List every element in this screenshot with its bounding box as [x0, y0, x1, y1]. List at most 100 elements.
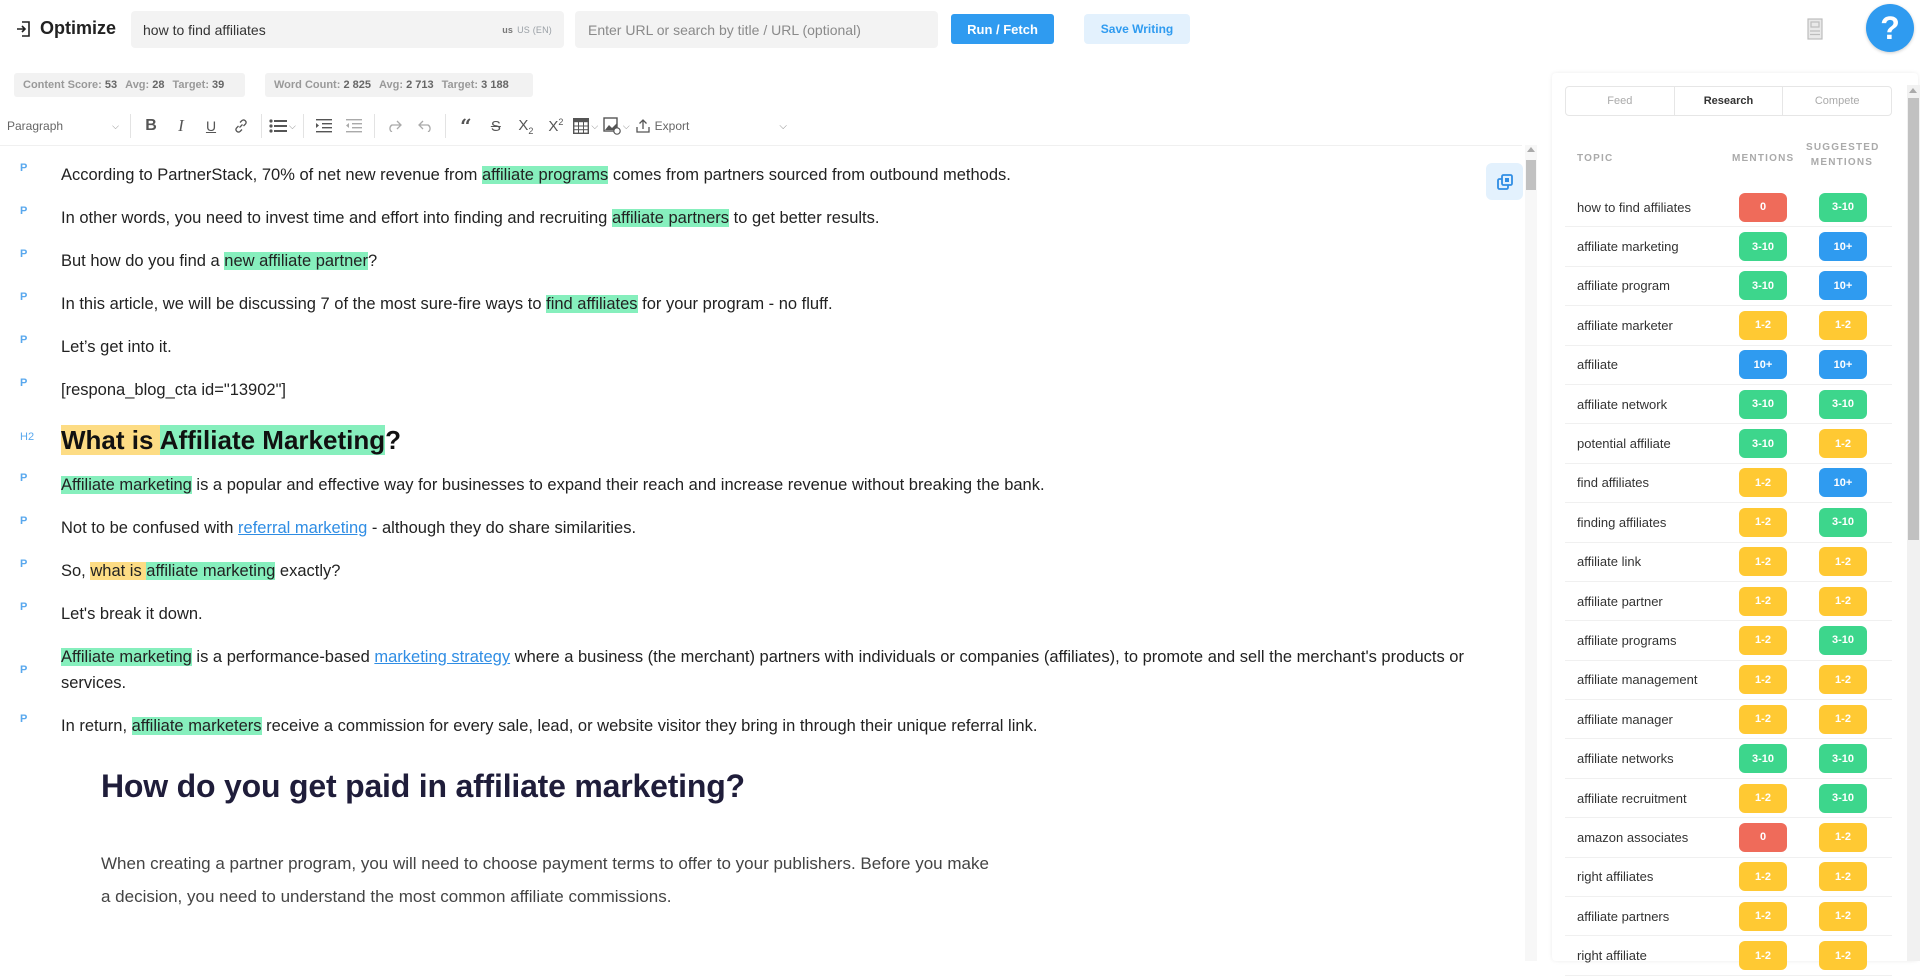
topic-row[interactable]: finding affiliates 1-2 3-10: [1565, 503, 1892, 543]
block-text[interactable]: Affiliate marketing is a popular and eff…: [61, 472, 1045, 498]
text-span: In this article, we will be discussing 7…: [61, 295, 547, 313]
paragraph-block[interactable]: P But how do you find a new affiliate par…: [0, 248, 1480, 274]
topic-row[interactable]: affiliate network 3-10 3-10: [1565, 385, 1892, 425]
suggested-mentions-badge: 1-2: [1819, 665, 1867, 695]
bold-button[interactable]: B: [138, 112, 164, 140]
block-text[interactable]: So, what is affiliate marketing exactly?: [61, 558, 340, 584]
table-button[interactable]: ⌵: [573, 112, 599, 140]
topic-row[interactable]: affiliate program 3-10 10+: [1565, 267, 1892, 307]
scroll-up-arrow-icon[interactable]: [1527, 147, 1535, 152]
panel-scrollbar-thumb[interactable]: [1908, 98, 1919, 540]
keyword-input[interactable]: how to find affiliates us US (EN): [131, 11, 564, 48]
editor-scrollbar-thumb[interactable]: [1526, 160, 1536, 190]
topic-row[interactable]: right affiliates 1-2 1-2: [1565, 858, 1892, 898]
block-text[interactable]: According to PartnerStack, 70% of net ne…: [61, 162, 1011, 188]
block-text[interactable]: What is Affiliate Marketing?: [61, 423, 401, 457]
text-span: But how do you find a: [61, 252, 225, 270]
heading-block[interactable]: H2 What is Affiliate Marketing?: [0, 423, 1480, 457]
topic-row[interactable]: affiliate manager 1-2 1-2: [1565, 700, 1892, 740]
indent-button[interactable]: [311, 112, 337, 140]
help-button[interactable]: ?: [1866, 4, 1914, 52]
suggested-mentions-badge: 3-10: [1819, 783, 1867, 813]
block-text[interactable]: In return, affiliate marketers receive a…: [61, 713, 1037, 739]
tab-compete[interactable]: Compete: [1783, 87, 1891, 115]
undo-button[interactable]: [412, 112, 438, 140]
block-type-label: P: [20, 558, 28, 570]
location-selector[interactable]: us US (EN): [502, 25, 552, 35]
document-icon[interactable]: [1807, 18, 1823, 40]
topic-row[interactable]: affiliate marketer 1-2 1-2: [1565, 306, 1892, 346]
block-type-label: P: [20, 291, 28, 303]
scroll-up-arrow-icon[interactable]: [1909, 88, 1917, 93]
block-text[interactable]: But how do you find a new affiliate part…: [61, 248, 377, 274]
block-text[interactable]: Not to be confused with referral marketi…: [61, 515, 636, 541]
block-text[interactable]: Let's break it down.: [61, 601, 203, 627]
topic-name: affiliate marketer: [1577, 317, 1673, 333]
topic-row[interactable]: potential affiliate 3-10 1-2: [1565, 424, 1892, 464]
paragraph-block[interactable]: P Not to be confused with referral market…: [0, 515, 1480, 541]
panel-scrollbar[interactable]: [1907, 85, 1920, 961]
editor-scrollbar[interactable]: [1525, 145, 1537, 961]
text-span: to get better results.: [729, 209, 880, 227]
paragraph-block[interactable]: P [respona_blog_cta id="13902"]: [0, 377, 1480, 403]
topic-row[interactable]: affiliate link 1-2 1-2: [1565, 543, 1892, 582]
suggested-mentions-badge: 1-2: [1819, 586, 1867, 616]
topic-row[interactable]: right affiliate 1-2 1-2: [1565, 936, 1892, 976]
topic-row[interactable]: affiliate 10+ 10+: [1565, 346, 1892, 385]
topic-row[interactable]: affiliate programs 1-2 3-10: [1565, 621, 1892, 661]
block-text[interactable]: Let’s get into it.: [61, 334, 172, 360]
paragraph-block[interactable]: P Affiliate marketing is a performance-ba…: [0, 644, 1480, 696]
paragraph-block[interactable]: P In this article, we will be discussing …: [0, 291, 1480, 317]
tab-feed[interactable]: Feed: [1566, 87, 1675, 115]
word-target-label: Target: 3 188: [441, 79, 509, 91]
brand: Optimize: [16, 18, 116, 39]
redo-button[interactable]: [382, 112, 408, 140]
topic-row[interactable]: how to find affiliates 0 3-10: [1565, 188, 1892, 228]
outdent-button[interactable]: [341, 112, 367, 140]
topic-row[interactable]: affiliate networks 3-10 3-10: [1565, 739, 1892, 779]
superscript-button[interactable]: X2: [543, 112, 569, 140]
block-text[interactable]: [respona_blog_cta id="13902"]: [61, 377, 286, 403]
tab-research[interactable]: Research: [1675, 87, 1784, 115]
paragraph-block[interactable]: P Let’s get into it.: [0, 334, 1480, 360]
paragraph-block[interactable]: P So, what is affiliate marketing exactly…: [0, 558, 1480, 584]
block-text[interactable]: Affiliate marketing is a performance-bas…: [61, 644, 1480, 696]
editor-content[interactable]: How do you get paid in affiliate marketi…: [0, 145, 1522, 961]
export-button[interactable]: Export: [636, 119, 689, 133]
block-format-select[interactable]: Paragraph ⌵: [0, 119, 125, 133]
underline-button[interactable]: U: [198, 112, 224, 140]
link-button[interactable]: [228, 112, 254, 140]
save-writing-button[interactable]: Save Writing: [1084, 14, 1190, 44]
subscript-button[interactable]: X2: [513, 112, 539, 140]
paragraph-block[interactable]: P In other words, you need to invest time…: [0, 205, 1480, 231]
chevron-down-icon[interactable]: ⌵: [779, 121, 787, 132]
italic-button[interactable]: I: [168, 112, 194, 140]
block-text[interactable]: In other words, you need to invest time …: [61, 205, 879, 231]
topic-row[interactable]: affiliate partners 1-2 1-2: [1565, 897, 1892, 937]
topic-row[interactable]: affiliate management 1-2 1-2: [1565, 661, 1892, 701]
topic-row[interactable]: amazon associates 0 1-2: [1565, 818, 1892, 858]
topic-row[interactable]: affiliate marketing 3-10 10+: [1565, 227, 1892, 267]
run-fetch-button[interactable]: Run / Fetch: [951, 14, 1054, 44]
topic-row[interactable]: affiliate partner 1-2 1-2: [1565, 582, 1892, 622]
suggested-mentions-badge: 1-2: [1819, 429, 1867, 459]
url-search-input[interactable]: [575, 11, 938, 48]
text-link[interactable]: referral marketing: [238, 519, 367, 537]
mentions-badge: 1-2: [1739, 468, 1787, 498]
copy-button[interactable]: [1486, 163, 1523, 200]
paragraph-block[interactable]: P Affiliate marketing is a popular and ef…: [0, 472, 1480, 498]
paragraph-block[interactable]: P According to PartnerStack, 70% of net n…: [0, 162, 1480, 188]
bullet-list-button[interactable]: ⌵: [269, 112, 296, 140]
tab-label: Feed: [1607, 95, 1633, 107]
paragraph-block[interactable]: P In return, affiliate marketers receive …: [0, 713, 1480, 739]
text-link[interactable]: marketing strategy: [374, 648, 510, 666]
image-button[interactable]: ⌵: [603, 112, 630, 140]
topic-row[interactable]: affiliate recruitment 1-2 3-10: [1565, 779, 1892, 819]
topic-row[interactable]: find affiliates 1-2 10+: [1565, 464, 1892, 504]
blockquote-button[interactable]: “: [453, 112, 479, 140]
strikethrough-button[interactable]: S: [483, 112, 509, 140]
paragraph-block[interactable]: P Let's break it down.: [0, 601, 1480, 627]
topic-name: affiliate program: [1577, 278, 1670, 294]
block-text[interactable]: In this article, we will be discussing 7…: [61, 291, 833, 317]
mentions-badge: 0: [1739, 822, 1787, 852]
